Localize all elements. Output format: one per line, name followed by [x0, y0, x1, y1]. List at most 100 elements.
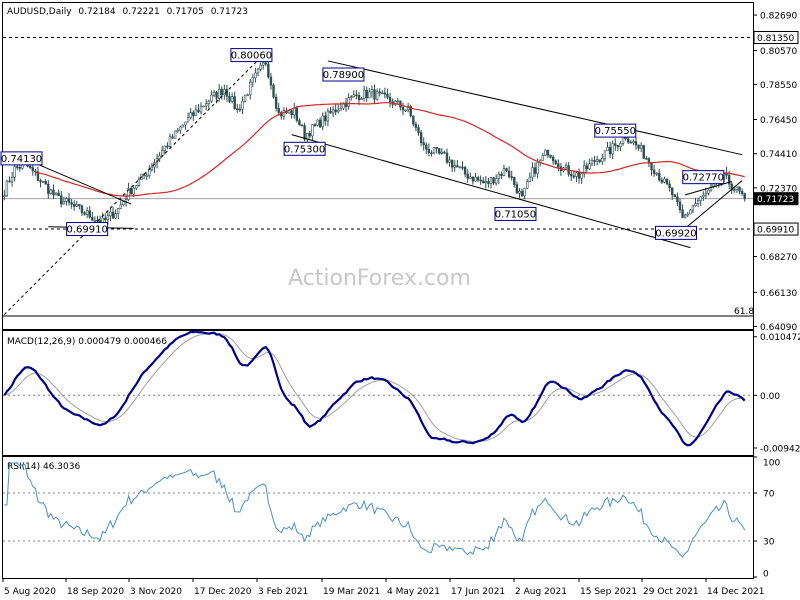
price-tick: 0.82690: [753, 12, 797, 22]
svg-text:14 Dec 2021: 14 Dec 2021: [707, 587, 765, 597]
candle: [544, 149, 547, 157]
annotation-label: 0.80060: [231, 51, 272, 62]
svg-text:0.69910: 0.69910: [757, 226, 794, 236]
price-annotation: 0.74130: [0, 151, 43, 166]
price-tick: 0.81350: [753, 30, 799, 44]
rsi-tick: 100: [753, 456, 780, 469]
svg-text:4 May 2021: 4 May 2021: [387, 587, 440, 597]
price-tick: 0.68270: [753, 253, 797, 263]
date-tick: 17 Jun 2021: [449, 578, 505, 597]
price-header: AUDUSD,Daily 0.72184 0.72221 0.71705 0.7…: [7, 7, 248, 17]
annotation-label: 0.69910: [66, 225, 107, 236]
price-tick: 0.78550: [753, 81, 797, 91]
svg-text:100: 100: [763, 459, 780, 469]
annotation-label: 0.69920: [655, 228, 696, 239]
svg-text:-0.009426: -0.009426: [760, 444, 800, 454]
svg-text:5 Aug 2020: 5 Aug 2020: [4, 587, 56, 597]
date-tick: 2 Aug 2021: [513, 578, 567, 597]
annotation-label: 0.78900: [323, 70, 364, 81]
price-tick: 0.66130: [753, 289, 797, 299]
date-tick: 4 May 2021: [385, 578, 440, 597]
annotation-label: 0.75550: [595, 126, 636, 137]
svg-text:0.71723: 0.71723: [757, 195, 794, 205]
annotation-label: 0.71050: [495, 209, 536, 220]
price-annotation: 0.80060: [230, 48, 273, 63]
rsi-tick: 30: [753, 538, 775, 548]
macd-tick: -0.009426: [753, 444, 800, 454]
candle: [642, 144, 645, 160]
svg-text:0.64090: 0.64090: [760, 323, 797, 333]
watermark: ActionForex.com: [288, 266, 471, 291]
candle: [673, 194, 677, 198]
price-tick: 0.80570: [753, 47, 797, 57]
rsi-pane-frame: [2, 456, 754, 579]
svg-text:17 Dec 2020: 17 Dec 2020: [194, 587, 252, 597]
candle: [243, 94, 247, 103]
candle: [316, 119, 319, 127]
candle: [295, 105, 299, 123]
price-tick: 0.69910: [753, 222, 799, 236]
candle: [129, 187, 133, 195]
svg-text:0.78550: 0.78550: [760, 81, 797, 91]
svg-text:0.74410: 0.74410: [760, 150, 797, 160]
symbol-label: AUDUSD,Daily: [7, 7, 72, 17]
candle: [409, 104, 412, 118]
candle: [181, 124, 185, 128]
svg-text:0.66130: 0.66130: [760, 289, 797, 299]
price-annotation: 0.71050: [494, 206, 537, 221]
svg-text:30: 30: [763, 538, 775, 548]
open-value: 0.72184: [78, 7, 115, 17]
rsi-tick: 0: [753, 570, 769, 580]
candle: [173, 130, 177, 139]
svg-text:70: 70: [763, 490, 775, 500]
price-annotation: 0.78900: [322, 67, 365, 82]
price-annotation: 0.69910: [66, 222, 109, 237]
price-tick: 0.74410: [753, 150, 797, 160]
date-tick: 3 Nov 2020: [128, 578, 182, 597]
svg-text:0.76450: 0.76450: [760, 116, 797, 126]
svg-text:0.80570: 0.80570: [760, 47, 797, 57]
chart-root: AUDUSD,Daily 0.72184 0.72221 0.71705 0.7…: [0, 2, 800, 597]
svg-text:3 Feb 2021: 3 Feb 2021: [258, 587, 308, 597]
price-annotation: 0.69920: [654, 225, 697, 240]
svg-text:0.68270: 0.68270: [760, 253, 797, 263]
macd-tick: 0.010472: [753, 333, 800, 343]
svg-text:0.81350: 0.81350: [757, 34, 794, 44]
candle: [5, 179, 9, 198]
svg-text:15 Sep 2021: 15 Sep 2021: [580, 587, 637, 597]
svg-text:29 Oct 2021: 29 Oct 2021: [643, 587, 699, 597]
svg-text:19 Mar 2021: 19 Mar 2021: [323, 587, 380, 597]
date-tick: 15 Sep 2021: [578, 578, 637, 597]
date-tick: 17 Dec 2020: [192, 578, 252, 597]
annotation-label: 0.74130: [1, 154, 42, 165]
price-annotation: 0.75300: [283, 141, 326, 156]
candle: [41, 181, 45, 183]
svg-text:2 Aug 2021: 2 Aug 2021: [515, 587, 567, 597]
macd-title: MACD(12,26,9) 0.000479 0.000466: [7, 337, 167, 347]
candle: [202, 105, 205, 108]
macd-tick: 0.00: [753, 392, 780, 402]
date-tick: 14 Dec 2021: [705, 578, 765, 597]
date-tick: 29 Oct 2021: [641, 578, 699, 597]
date-tick: 3 Feb 2021: [256, 578, 308, 597]
svg-text:0: 0: [763, 570, 769, 580]
low-value: 0.71705: [167, 7, 204, 17]
high-value: 0.72221: [123, 7, 160, 17]
macd-pane-frame: [2, 330, 754, 456]
date-tick: 5 Aug 2020: [2, 578, 56, 597]
annotation-label: 0.72770: [683, 173, 724, 184]
price-annotation: 0.72770: [682, 170, 725, 185]
fib-label: 61.8: [734, 307, 754, 317]
price-tick: 0.71723: [753, 192, 799, 206]
price-tick: 0.64090: [753, 323, 797, 333]
svg-text:0.00: 0.00: [760, 392, 780, 402]
candle: [272, 83, 275, 99]
svg-text:0.82690: 0.82690: [760, 12, 797, 22]
svg-text:18 Sep 2020: 18 Sep 2020: [67, 587, 124, 597]
price-annotation: 0.75550: [594, 123, 637, 138]
date-tick: 18 Sep 2020: [65, 578, 124, 597]
svg-text:0.010472: 0.010472: [760, 333, 800, 343]
svg-text:3 Nov 2020: 3 Nov 2020: [130, 587, 182, 597]
date-tick: 19 Mar 2021: [321, 578, 380, 597]
price-tick: 0.76450: [753, 116, 797, 126]
